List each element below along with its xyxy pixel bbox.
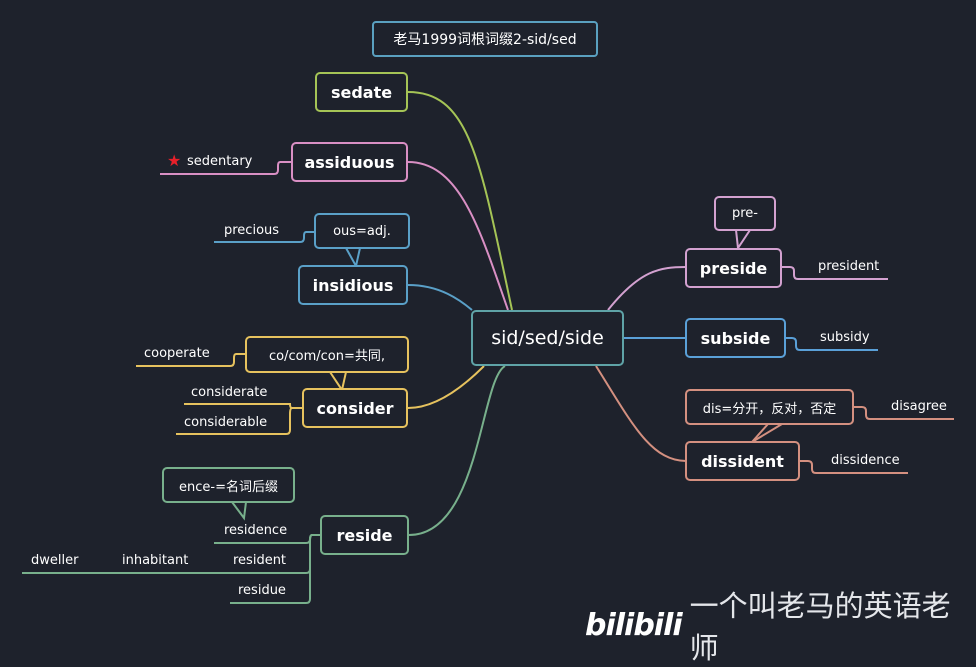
diagram-title: 老马1999词根词缀2-sid/sed bbox=[372, 21, 598, 57]
callout-tail-ous bbox=[345, 247, 361, 269]
topic-consider[interactable]: consider bbox=[302, 388, 408, 428]
connector-assiduous bbox=[407, 161, 509, 311]
callout-tail-dis bbox=[751, 423, 783, 443]
connector-dissident bbox=[595, 365, 687, 462]
leaf-disagree[interactable]: disagree bbox=[891, 399, 947, 414]
connector-consider bbox=[407, 365, 485, 409]
callout-tail-pre bbox=[735, 229, 751, 251]
leaf-precious[interactable]: precious bbox=[224, 223, 279, 238]
watermark-text: 一个叫老马的英语老师 bbox=[689, 589, 951, 665]
leaf-considerate[interactable]: considerate bbox=[191, 385, 267, 400]
leaf-sedentary[interactable]: sedentary bbox=[187, 154, 252, 169]
note-pre[interactable]: pre- bbox=[714, 196, 776, 231]
central-topic[interactable]: sid/sed/side bbox=[471, 310, 624, 366]
connector-insidious bbox=[407, 284, 473, 311]
connector-reside bbox=[408, 365, 506, 536]
leaf-president[interactable]: president bbox=[818, 259, 879, 274]
note-co-com-con[interactable]: co/com/con=共同, bbox=[245, 336, 409, 373]
leaf-cooperate[interactable]: cooperate bbox=[144, 346, 210, 361]
topic-assiduous[interactable]: assiduous bbox=[291, 142, 408, 182]
topic-sedate[interactable]: sedate bbox=[315, 72, 408, 112]
topic-dissident[interactable]: dissident bbox=[685, 441, 800, 481]
topic-subside[interactable]: subside bbox=[685, 318, 786, 358]
leaf-dweller[interactable]: dweller bbox=[31, 553, 78, 568]
leaf-resident[interactable]: resident bbox=[233, 553, 286, 568]
note-ence[interactable]: ence-=名词后缀 bbox=[162, 467, 295, 503]
leaf-dissidence[interactable]: dissidence bbox=[831, 453, 900, 468]
topic-preside[interactable]: preside bbox=[685, 248, 782, 288]
star-icon: ★ bbox=[167, 151, 182, 170]
leaf-residue[interactable]: residue bbox=[238, 583, 286, 598]
topic-insidious[interactable]: insidious bbox=[298, 265, 408, 305]
note-ous[interactable]: ous=adj. bbox=[314, 213, 410, 249]
note-dis[interactable]: dis=分开，反对，否定 bbox=[685, 389, 854, 425]
connector-preside bbox=[607, 266, 687, 311]
connector-considerate bbox=[184, 402, 302, 409]
leaf-considerable[interactable]: considerable bbox=[184, 415, 267, 430]
leaf-inhabitant[interactable]: inhabitant bbox=[122, 553, 188, 568]
callout-tail-ence bbox=[231, 501, 247, 521]
leaf-subsidy[interactable]: subsidy bbox=[820, 330, 870, 345]
leaf-residence[interactable]: residence bbox=[224, 523, 287, 538]
watermark: bilibili 一个叫老马的英语老师 bbox=[585, 583, 976, 667]
bilibili-logo: bilibili bbox=[585, 607, 683, 643]
topic-reside[interactable]: reside bbox=[320, 515, 409, 555]
